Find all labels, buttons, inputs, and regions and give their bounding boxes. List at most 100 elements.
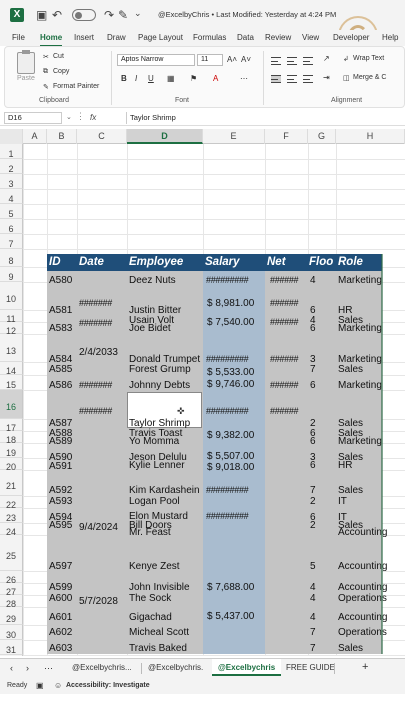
italic-button[interactable]: I — [135, 74, 137, 83]
table-cell[interactable]: 4 — [310, 582, 316, 593]
chevron-down-icon[interactable]: ⌄ — [134, 8, 142, 19]
row-header[interactable]: 4 — [0, 189, 23, 204]
save-icon[interactable]: ▣ — [36, 8, 47, 22]
row-header[interactable]: 27 — [0, 583, 23, 597]
font-color-icon[interactable]: A — [213, 74, 218, 83]
table-cell[interactable]: $ 9,018.00 — [207, 462, 254, 473]
sheet-tab-active[interactable]: @Excelbychris — [212, 659, 282, 676]
table-cell[interactable]: $ 5,437.00 — [207, 611, 254, 622]
macro-record-icon[interactable]: ▣ — [36, 681, 44, 690]
wrap-text-icon[interactable]: ↲ — [343, 55, 349, 63]
table-cell[interactable]: Gigachad — [129, 612, 172, 623]
tab-insert[interactable]: Insert — [74, 33, 94, 42]
underline-button[interactable]: U — [148, 74, 154, 83]
namebox-dropdown-icon[interactable]: ⌄ — [66, 113, 72, 121]
autosave-toggle[interactable] — [72, 9, 96, 21]
align-center-icon[interactable] — [287, 75, 297, 83]
row-header[interactable]: 30 — [0, 625, 23, 640]
tab-data[interactable]: Data — [237, 33, 254, 42]
column-header[interactable]: G — [308, 129, 336, 144]
table-cell[interactable]: A583 — [49, 323, 72, 334]
table-cell[interactable]: 7 — [310, 485, 316, 496]
row-header[interactable]: 5 — [0, 204, 23, 219]
row-header[interactable]: 14 — [0, 362, 23, 376]
borders-icon[interactable]: ▦ — [167, 74, 175, 83]
paste-icon[interactable] — [17, 50, 35, 74]
row-header[interactable]: 18 — [0, 431, 23, 445]
table-cell[interactable]: A602 — [49, 627, 72, 638]
table-cell[interactable]: $ 9,382.00 — [207, 430, 254, 441]
table-cell[interactable]: $ 5,507.00 — [207, 451, 254, 462]
table-cell[interactable]: Marketing — [338, 380, 382, 391]
merge-icon[interactable]: ◫ — [343, 74, 350, 82]
row-header[interactable]: 16 — [0, 390, 23, 419]
tab-review[interactable]: Review — [265, 33, 291, 42]
align-right-icon[interactable] — [303, 75, 313, 83]
format-painter-button[interactable]: Format Painter — [53, 83, 99, 90]
table-cell[interactable]: Marketing — [338, 275, 382, 286]
hidden-value-cell[interactable]: ####### — [79, 406, 112, 417]
accessibility-status[interactable]: Accessibility: Investigate — [66, 682, 150, 689]
table-cell[interactable]: A585 — [49, 364, 72, 375]
redo-icon[interactable]: ↷ — [104, 8, 114, 22]
table-cell[interactable]: A595 — [49, 520, 72, 531]
table-cell[interactable]: Micheal Scott — [129, 627, 189, 638]
table-cell[interactable]: 5 — [310, 561, 316, 572]
undo-icon[interactable]: ↶ — [52, 8, 62, 22]
column-header[interactable]: F — [265, 129, 308, 144]
table-cell[interactable]: Logan Pool — [129, 496, 180, 507]
row-header[interactable]: 32 — [0, 655, 23, 656]
cut-icon[interactable]: ✂ — [43, 53, 49, 61]
tab-home[interactable]: Home — [40, 33, 63, 47]
table-cell[interactable]: Sales — [338, 364, 363, 375]
table-cell[interactable]: Johnny Debts — [129, 380, 190, 391]
column-header[interactable]: H — [336, 129, 405, 144]
table-cell[interactable]: $ 9,746.00 — [207, 379, 254, 390]
hidden-value-cell[interactable]: ######### — [206, 354, 249, 365]
row-header[interactable]: 23 — [0, 508, 23, 523]
sheet-tab[interactable]: @Excelbychris... — [72, 663, 132, 672]
tab-developer[interactable]: Developer — [333, 33, 369, 42]
table-cell[interactable]: 7 — [310, 627, 316, 638]
fx-icon[interactable]: fx — [90, 113, 96, 122]
fill-color-icon[interactable]: ⚑ — [190, 74, 197, 83]
table-cell[interactable]: Yo Momma — [129, 436, 179, 447]
header-id[interactable]: ID — [49, 256, 61, 268]
table-cell[interactable]: A600 — [49, 593, 72, 604]
table-cell[interactable]: 4 — [310, 593, 316, 604]
row-header[interactable]: 21 — [0, 470, 23, 496]
table-cell[interactable]: IT — [338, 496, 347, 507]
table-cell[interactable]: $ 7,540.00 — [207, 317, 254, 328]
table-cell[interactable]: Marketing — [338, 323, 382, 334]
table-cell[interactable]: Forest Grump — [129, 364, 191, 375]
table-cell[interactable]: 7 — [310, 643, 316, 654]
align-middle-icon[interactable] — [287, 57, 297, 65]
row-header[interactable]: 29 — [0, 607, 23, 625]
table-cell[interactable]: 9/4/2024 — [79, 522, 118, 533]
copy-button[interactable]: Copy — [53, 68, 69, 75]
copy-icon[interactable]: ⧉ — [43, 68, 48, 76]
row-header[interactable]: 17 — [0, 419, 23, 433]
tab-help[interactable]: Help — [382, 33, 398, 42]
header-floor[interactable]: Floo — [309, 256, 333, 268]
row-header[interactable]: 19 — [0, 443, 23, 458]
header-date[interactable]: Date — [79, 256, 104, 268]
name-box[interactable]: D16 — [4, 112, 62, 124]
format-painter-button-icon[interactable]: ✎ — [43, 83, 49, 91]
hidden-value-cell[interactable]: ####### — [79, 298, 112, 309]
hidden-value-cell[interactable]: ###### — [270, 317, 299, 328]
table-cell[interactable]: A603 — [49, 643, 72, 654]
header-role[interactable]: Role — [338, 256, 363, 268]
hidden-value-cell[interactable]: ######### — [206, 275, 249, 286]
row-header[interactable]: 9 — [0, 267, 23, 282]
more-font-icon[interactable]: ⋯ — [240, 74, 248, 83]
tab-page-layout[interactable]: Page Layout — [138, 33, 183, 42]
table-cell[interactable]: Travis Baked — [129, 643, 187, 654]
table-cell[interactable]: A591 — [49, 461, 72, 472]
row-header[interactable]: 25 — [0, 535, 23, 571]
select-all-corner[interactable] — [0, 129, 23, 144]
bold-button[interactable]: B — [121, 74, 127, 83]
column-header[interactable]: B — [47, 129, 77, 144]
row-header[interactable]: 20 — [0, 458, 23, 472]
table-cell[interactable]: A593 — [49, 496, 72, 507]
